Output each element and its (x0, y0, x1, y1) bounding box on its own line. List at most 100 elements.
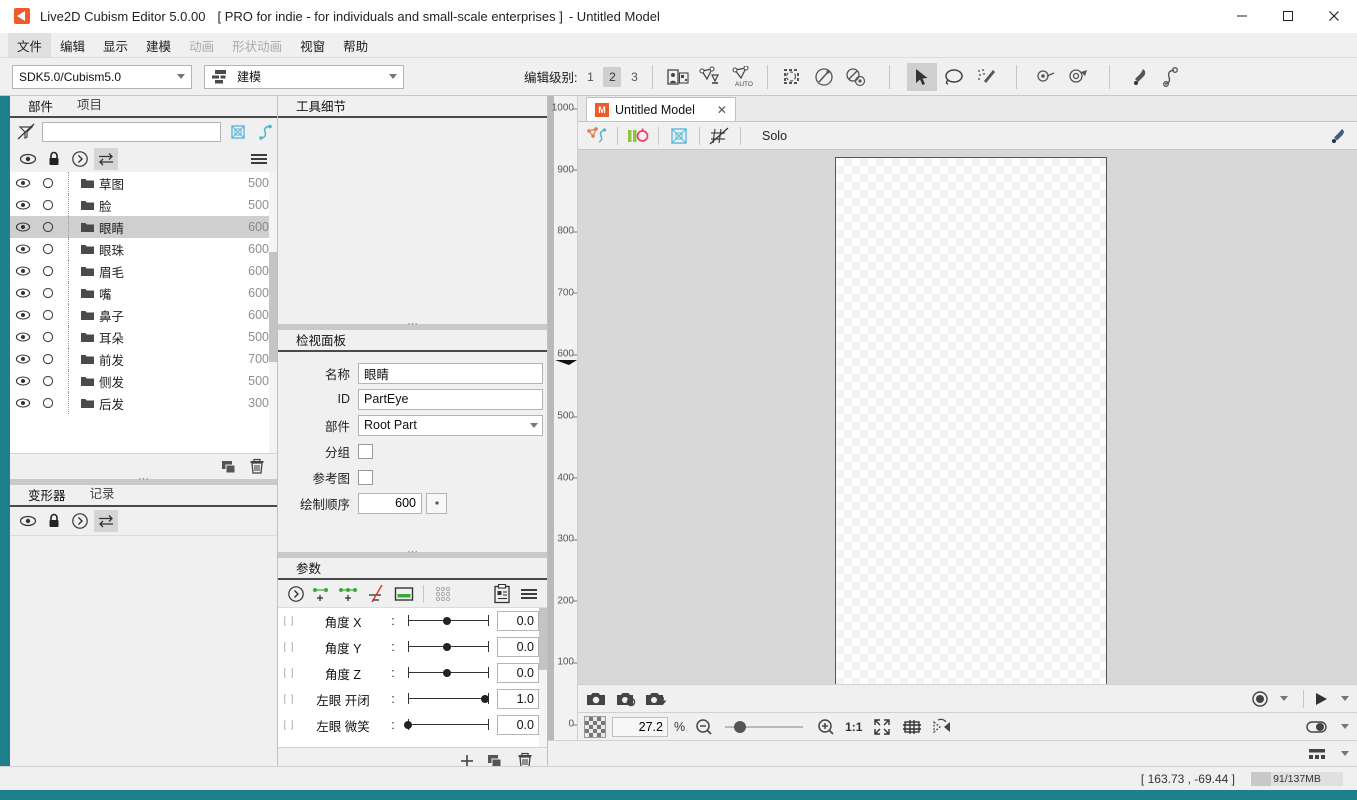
mesh-icon[interactable] (227, 121, 249, 143)
tab-log[interactable]: 记录 (78, 484, 127, 505)
lock-toggle-icon[interactable] (36, 353, 60, 365)
warp-deformer-icon[interactable] (1064, 63, 1094, 91)
expand-icon[interactable] (284, 583, 308, 605)
tab-tool-detail[interactable]: 工具细节 (284, 97, 359, 118)
filter-off-icon[interactable] (16, 122, 36, 142)
texture-atlas-icon[interactable] (663, 63, 693, 91)
lock-toggle-icon[interactable] (36, 287, 60, 299)
group-checkbox[interactable] (358, 443, 373, 459)
slider-knob[interactable] (404, 721, 412, 729)
arrow-select-icon[interactable] (907, 62, 938, 91)
deformer-icon[interactable] (625, 124, 651, 148)
rotate-deformer-icon[interactable] (1032, 63, 1062, 91)
sync-icon[interactable] (94, 148, 118, 170)
glue-link-icon[interactable] (1157, 63, 1187, 91)
expand-icon[interactable] (68, 148, 92, 170)
grid-off-icon[interactable] (707, 124, 733, 148)
onion-skin-icon[interactable] (1305, 716, 1329, 738)
workspace-mode-select[interactable]: 建模 (204, 64, 404, 89)
slider-knob[interactable] (442, 617, 451, 625)
parameters-scrollbar[interactable] (539, 608, 547, 747)
eye-icon[interactable] (10, 353, 36, 365)
draw-order-options-icon[interactable] (426, 492, 447, 514)
duplicate-icon[interactable] (221, 459, 239, 475)
keyform-icon[interactable] (392, 583, 416, 605)
table-row[interactable]: 眉毛 600 (10, 260, 277, 282)
chevron-down-icon[interactable] (1341, 751, 1349, 756)
select-mesh-icon[interactable] (778, 63, 808, 91)
reference-checkbox[interactable] (358, 469, 373, 485)
vertical-ruler[interactable]: 1000 900 800 700 600 500 400 300 200 100 0 (548, 96, 578, 740)
mesh-auto-icon[interactable]: AUTO (727, 63, 757, 91)
memory-indicator[interactable]: 91/137MB (1251, 771, 1343, 786)
art-path-icon[interactable] (1325, 124, 1351, 148)
eye-icon[interactable] (10, 397, 36, 409)
chevron-down-icon[interactable] (1280, 696, 1288, 701)
edit-level-1[interactable]: 1 (581, 67, 599, 87)
parameter-slider[interactable] (400, 686, 497, 712)
chevron-down-icon[interactable] (1341, 696, 1349, 701)
eye-icon[interactable] (10, 375, 36, 387)
flip-icon[interactable] (930, 716, 954, 738)
deformer-list[interactable] (10, 535, 277, 766)
minimize-button[interactable] (1219, 0, 1265, 33)
edit-level-2[interactable]: 2 (603, 66, 622, 87)
table-row[interactable]: 嘴 600 (10, 282, 277, 304)
layout-icon[interactable] (1305, 743, 1329, 765)
eye-icon[interactable] (10, 287, 36, 299)
zoom-out-icon[interactable] (691, 716, 715, 738)
parameter-slider[interactable] (400, 634, 497, 660)
table-row[interactable]: 后发 300 (10, 392, 277, 414)
lock-toggle-icon[interactable] (36, 331, 60, 343)
parts-menu-icon[interactable] (247, 148, 271, 170)
lock-toggle-icon[interactable] (36, 397, 60, 409)
parameter-value[interactable]: 1.0 (497, 689, 539, 709)
parameter-row[interactable]: 左眼 微笑: 0.0 (278, 712, 547, 738)
chevron-down-icon[interactable] (1341, 724, 1349, 729)
parameter-value[interactable]: 0.0 (497, 715, 539, 735)
name-field[interactable]: 眼睛 (358, 362, 543, 384)
parts-list-scrollbar[interactable] (269, 172, 277, 453)
eye-icon[interactable] (10, 331, 36, 343)
parameter-slider[interactable] (400, 608, 497, 634)
lock-icon[interactable] (42, 148, 66, 170)
canvas-stage[interactable] (578, 150, 1357, 684)
table-row[interactable]: 脸 500 (10, 194, 277, 216)
table-row[interactable]: 眼珠 600 (10, 238, 277, 260)
expand-icon[interactable] (68, 510, 92, 532)
eye-icon[interactable] (10, 221, 36, 233)
eye-icon[interactable] (10, 243, 36, 255)
tab-project[interactable]: 项目 (65, 95, 114, 116)
brush-select-icon[interactable] (810, 63, 840, 91)
lock-toggle-icon[interactable] (36, 309, 60, 321)
eye-icon[interactable] (16, 148, 40, 170)
lock-toggle-icon[interactable] (36, 199, 60, 211)
glue-icon[interactable] (842, 63, 872, 91)
sdk-version-select[interactable]: SDK5.0/Cubism5.0 (12, 64, 192, 89)
parameter-row[interactable]: 角度 Z: 0.0 (278, 660, 547, 686)
art-path-icon[interactable] (1125, 63, 1155, 91)
table-row[interactable]: 眼睛 600 (10, 216, 277, 238)
zoom-value-field[interactable]: 27.2 (612, 716, 668, 737)
grid-icon[interactable] (900, 716, 924, 738)
sync-icon[interactable] (94, 510, 118, 532)
deform-brush-icon[interactable] (971, 63, 1001, 91)
lock-toggle-icon[interactable] (36, 265, 60, 277)
slider-knob[interactable] (481, 695, 489, 703)
parameters-list[interactable]: 角度 X: 0.0 角度 Y: 0.0 角度 Z: 0.0 左眼 开闭: 1.0 左眼 微笑: 0… (278, 608, 547, 747)
menu-modeling[interactable]: 建模 (137, 33, 180, 57)
lasso-icon[interactable] (939, 63, 969, 91)
lock-icon[interactable] (42, 510, 66, 532)
parts-list-scroll-thumb[interactable] (269, 252, 277, 362)
parameter-value[interactable]: 0.0 (497, 611, 539, 631)
parameter-slider[interactable] (400, 660, 497, 686)
slider-knob[interactable] (442, 669, 451, 677)
parameter-slider[interactable] (400, 712, 497, 738)
menu-window[interactable]: 视窗 (291, 33, 334, 57)
fit-screen-icon[interactable] (870, 716, 894, 738)
eye-icon[interactable] (10, 177, 36, 189)
zoom-ratio-button[interactable]: 1:1 (843, 720, 864, 734)
eye-icon[interactable] (10, 309, 36, 321)
panel-splitter[interactable] (10, 479, 277, 485)
parameter-row[interactable]: 角度 Y: 0.0 (278, 634, 547, 660)
